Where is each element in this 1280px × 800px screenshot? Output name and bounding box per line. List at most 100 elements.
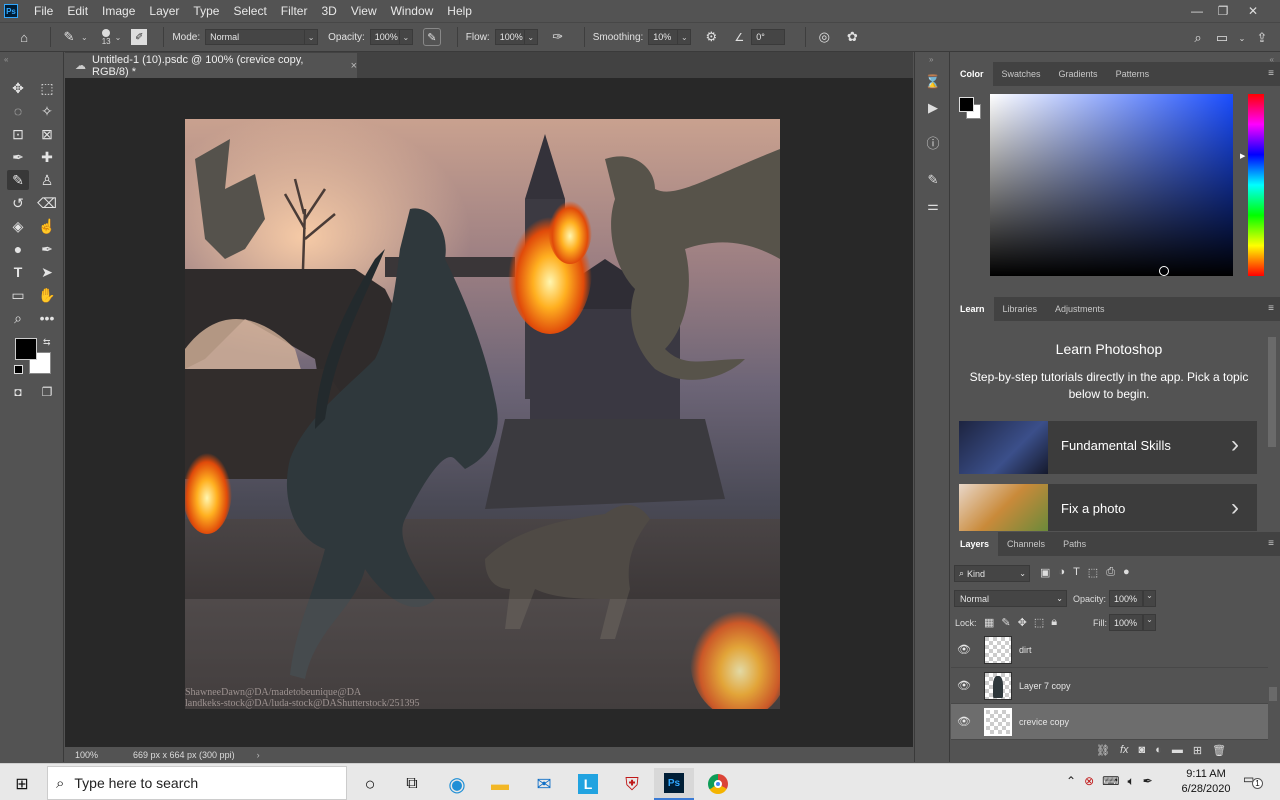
hand-tool-icon[interactable]: ✋ [36,285,58,305]
share-icon[interactable]: ⇪ [1252,28,1272,48]
airbrush-icon[interactable]: ✑ [548,27,568,47]
pressure-size-icon[interactable]: ◎ [814,27,834,47]
more-tools-icon[interactable]: ••• [36,308,58,328]
pen-tool-icon[interactable]: ✒ [36,239,58,259]
magic-wand-tool-icon[interactable]: ✧ [36,101,58,121]
panel-menu-icon[interactable]: ≡ [1268,538,1274,549]
lock-all-icon[interactable]: 🔒︎ [1051,616,1057,629]
menu-edit[interactable]: Edit [60,4,95,18]
menu-layer[interactable]: Layer [142,4,186,18]
layer-filter-select[interactable]: ⌕ Kind ⌄ [954,565,1030,582]
pressure-opacity-icon[interactable]: ✎ [422,28,441,46]
zoom-tool-icon[interactable]: ⌕ [7,308,29,328]
fill-dropdown-icon[interactable]: ⌄ [1143,614,1156,631]
healing-brush-tool-icon[interactable]: ✚ [36,147,58,167]
file-explorer-icon[interactable]: ▬ [480,768,520,800]
smoothing-dropdown-icon[interactable]: ⌄ [678,29,692,45]
layer-opacity-input[interactable]: 100% [1109,590,1143,607]
type-filter-icon[interactable]: T [1073,566,1080,579]
eyedropper-tool-icon[interactable]: ✒ [7,147,29,167]
tab-swatches[interactable]: Swatches [993,62,1050,86]
color-field[interactable] [990,94,1233,276]
history-icon[interactable]: ⌛ [923,72,943,92]
menu-filter[interactable]: Filter [274,4,315,18]
menu-select[interactable]: Select [226,4,273,18]
mcafee-shield-icon[interactable]: ⛨ [612,768,652,800]
layer-row-layer-7-copy[interactable]: 👁︎ Layer 7 copy [951,668,1268,704]
edge-browser-icon[interactable]: ◉ [437,768,477,800]
tab-adjustments[interactable]: Adjustments [1046,297,1114,321]
foreground-color-chip[interactable] [959,97,974,112]
symmetry-icon[interactable]: ✿ [842,27,862,47]
properties-icon[interactable]: ⚌ [923,196,943,216]
windows-start-icon[interactable]: ⊞ [2,768,42,800]
opacity-input[interactable]: 100% [369,29,400,45]
fx-icon[interactable]: fx [1120,744,1129,757]
add-mask-icon[interactable]: ◙ [1139,744,1146,757]
app-l-icon[interactable]: L [568,768,608,800]
image-filter-icon[interactable]: ▣ [1040,566,1050,579]
menu-help[interactable]: Help [440,4,479,18]
menu-type[interactable]: Type [186,4,226,18]
lock-image-icon[interactable]: ✎ [1001,616,1010,629]
chevron-up-icon[interactable]: ⌃ [1066,774,1076,789]
mcafee-tray-icon[interactable]: ⊗ [1084,774,1094,789]
brush-preset-icon[interactable]: ✎ [59,27,79,47]
panel-menu-icon[interactable]: ≡ [1268,303,1274,314]
flow-dropdown-icon[interactable]: ⌄ [524,29,538,45]
angle-input[interactable]: 0° [751,29,786,45]
marquee-tool-icon[interactable]: ⬚ [36,78,58,98]
lock-transparent-icon[interactable]: ▦ [984,616,994,629]
task-view-icon[interactable]: ⧉ [392,768,432,800]
fill-input[interactable]: 100% [1109,614,1143,631]
pen-icon[interactable]: ✒ [1143,774,1153,789]
mode-dropdown-icon[interactable]: ⌄ [305,29,319,45]
network-icon[interactable]: ⌨ [1102,774,1119,789]
layer-name[interactable]: Layer 7 copy [1019,681,1071,691]
tab-gradients[interactable]: Gradients [1050,62,1107,86]
dodge-tool-icon[interactable]: ● [7,239,29,259]
artwork-canvas[interactable]: ShawneeDawn@DA/madetobeunique@DA landkek… [185,119,780,709]
visibility-eye-icon[interactable]: 👁︎ [953,679,975,692]
paint-bucket-tool-icon[interactable]: ◈ [7,216,29,236]
default-colors-icon[interactable] [14,365,23,374]
menu-image[interactable]: Image [95,4,142,18]
flow-input[interactable]: 100% [494,29,525,45]
brush-tool-icon[interactable]: ✎ [7,170,29,190]
chrome-icon[interactable] [698,768,738,800]
layer-row-crevice-copy[interactable]: 👁︎ crevice copy [951,704,1268,740]
stamp-tool-icon[interactable]: ♙ [36,170,58,190]
crop-tool-icon[interactable]: ⊡ [7,124,29,144]
mail-icon[interactable]: ✉ [524,768,564,800]
new-layer-icon[interactable]: ⊞ [1193,744,1202,757]
screen-mode-icon[interactable]: ❐ [36,382,58,402]
smart-object-filter-icon[interactable]: ⎙ [1106,566,1115,579]
history-brush-tool-icon[interactable]: ↺ [7,193,29,213]
notification-center-icon[interactable]: ▭ 1 [1243,772,1263,790]
photoshop-taskbar-icon[interactable]: Ps [654,768,694,800]
collapse-icon[interactable]: « [4,55,8,64]
tab-libraries[interactable]: Libraries [994,297,1047,321]
zoom-level[interactable]: 100% [75,750,133,760]
chevron-down-icon[interactable]: ⌄ [115,33,122,42]
blend-mode-select[interactable]: Normal ⌄ [954,590,1067,607]
visibility-eye-icon[interactable]: 👁︎ [953,643,975,656]
clock[interactable]: 9:11 AM 6/28/2020 [1176,767,1236,797]
brushes-icon[interactable]: ✎ [923,170,943,190]
restore-button[interactable]: ❐ [1210,0,1236,22]
opacity-dropdown-icon[interactable]: ⌄ [1143,590,1156,607]
layer-row-dirt[interactable]: 👁︎ dirt [951,632,1268,668]
chevron-down-icon[interactable]: ⌄ [1232,28,1252,48]
color-picker-cursor[interactable] [1159,266,1169,276]
document-tab[interactable]: ☁ Untitled-1 (10).psdc @ 100% (crevice c… [65,53,357,78]
adjustment-layer-icon[interactable]: ◐ [1155,744,1162,757]
dropdown-arrow-icon[interactable]: ⌄ [81,33,88,42]
new-group-icon[interactable]: ▬ [1172,744,1183,757]
info-icon[interactable]: ⓘ [923,132,943,152]
swap-colors-icon[interactable]: ⇆ [43,337,51,348]
gear-icon[interactable]: ⚙ [701,27,721,47]
brush-size-picker[interactable]: 13 [102,28,111,46]
taskbar-search-box[interactable]: ⌕ Type here to search [47,766,347,800]
path-selection-tool-icon[interactable]: ➤ [36,262,58,282]
cortana-icon[interactable]: ○ [350,768,390,800]
